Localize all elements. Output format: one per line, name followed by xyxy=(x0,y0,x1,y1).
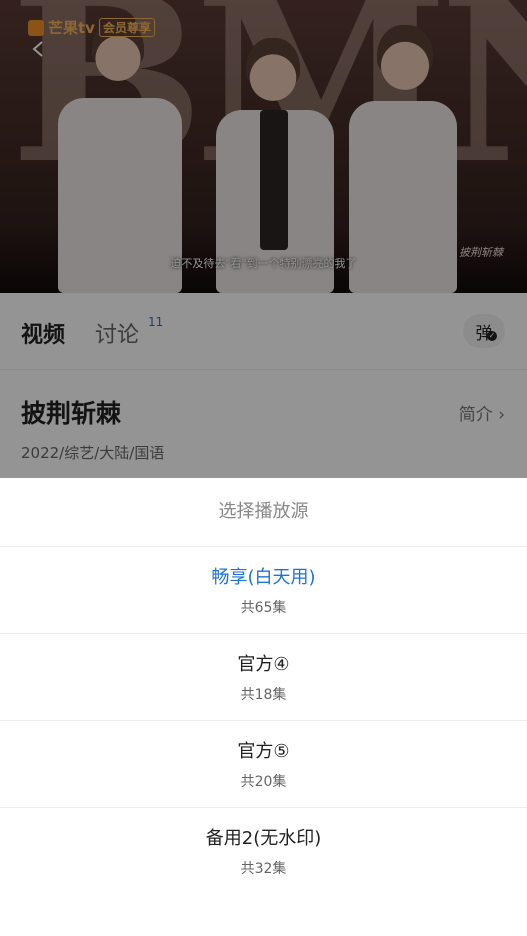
source-name: 官方⑤ xyxy=(237,741,290,762)
source-option-official-5[interactable]: 官方⑤ 共20集 xyxy=(0,721,527,808)
source-episode-count: 共20集 xyxy=(240,774,287,790)
source-option-backup-2[interactable]: 备用2(无水印) 共32集 xyxy=(0,808,527,894)
source-episode-count: 共18集 xyxy=(240,687,287,703)
source-option-changxiang[interactable]: 畅享(白天用) 共65集 xyxy=(0,547,527,634)
source-name: 备用2(无水印) xyxy=(205,828,322,849)
modal-backdrop[interactable] xyxy=(0,0,527,478)
source-episode-count: 共65集 xyxy=(240,600,287,616)
source-name: 畅享(白天用) xyxy=(211,567,316,588)
source-picker-sheet: 选择播放源 畅享(白天用) 共65集 官方④ 共18集 官方⑤ 共20集 备用2… xyxy=(0,478,527,936)
source-option-official-4[interactable]: 官方④ 共18集 xyxy=(0,634,527,721)
source-episode-count: 共32集 xyxy=(240,861,287,877)
sheet-title: 选择播放源 xyxy=(0,478,527,547)
source-name: 官方④ xyxy=(237,654,290,675)
